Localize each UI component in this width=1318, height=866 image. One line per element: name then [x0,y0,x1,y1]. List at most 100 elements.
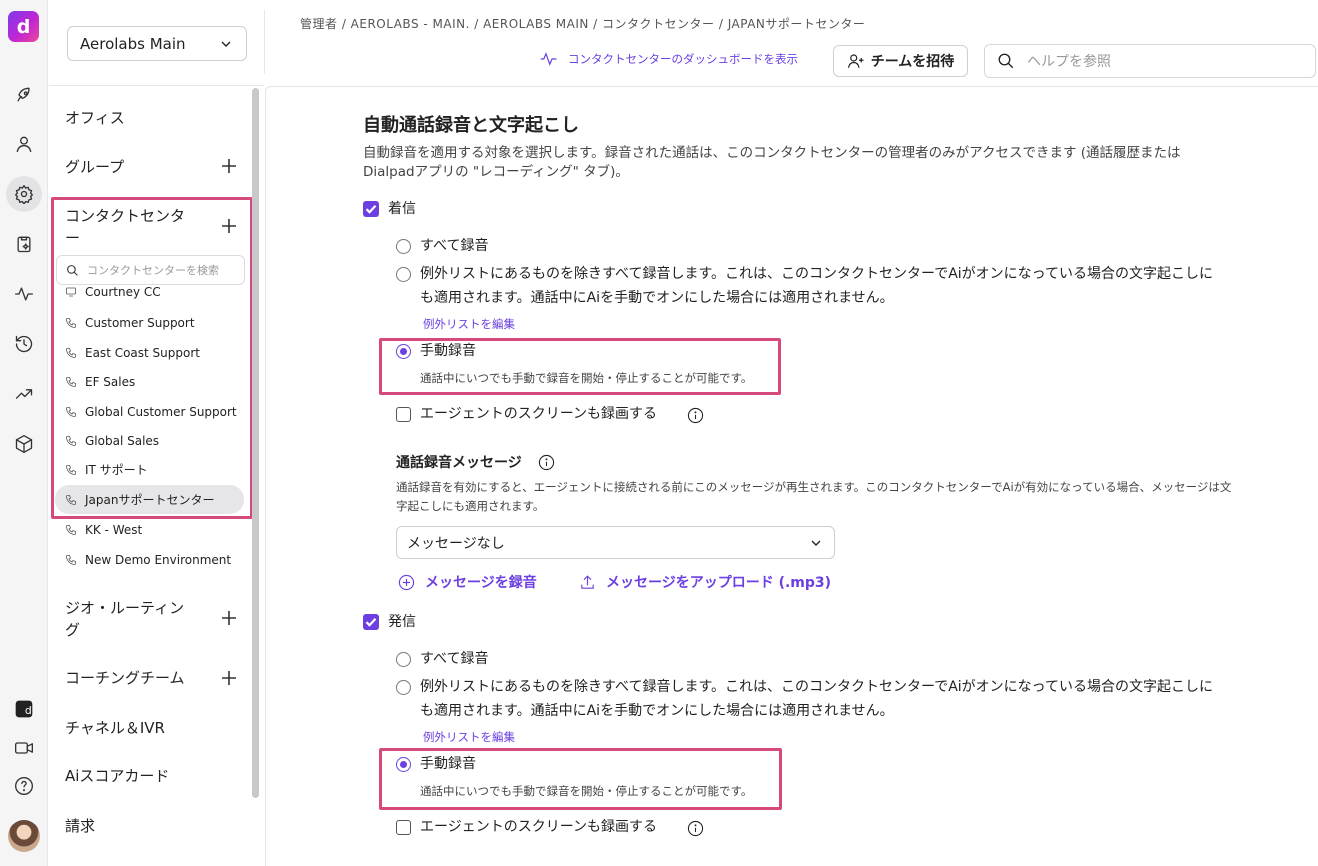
search-icon [998,53,1014,69]
list-item[interactable]: KK - West [55,515,244,544]
incoming-checkbox[interactable] [363,201,379,217]
workspace-select[interactable]: Aerolabs Main [67,26,247,61]
outgoing-manual-hint: 通話中にいつでも手動で録音を開始・停止することが可能です。 [420,784,753,798]
add-group-plus-icon[interactable] [221,158,237,174]
activity-icon [540,52,557,66]
sidebar: Aerolabs Main オフィス グループ コンタクトセンター コンタクトセ… [49,0,264,866]
outgoing-screen-record-label: エージェントのスクリーンも録画する [420,819,658,835]
rocket-icon[interactable] [9,80,39,110]
phone-icon [66,406,76,417]
incoming-record-all-label: すべて録音 [420,238,489,254]
info-icon[interactable] [687,820,704,837]
incoming-edit-exceptions-link[interactable]: 例外リストを編集 [423,316,515,332]
phone-icon [66,347,76,358]
list-item-label: New Demo Environment [85,552,232,567]
list-item[interactable]: IT サポート [55,455,244,484]
phone-icon [66,554,76,565]
phone-icon [66,376,76,387]
sidebar-scrollbar[interactable] [252,88,259,798]
history-icon[interactable] [9,329,39,359]
add-user-icon [847,54,864,68]
main-panel: 自動通話録音と文字起こし 自動録音を適用する対象を選択します。録音された通話は、… [265,86,1318,866]
list-item[interactable]: Global Customer Support [55,397,244,426]
list-item[interactable]: EF Sales [55,367,244,396]
incoming-manual-label: 手動録音 [420,343,476,359]
list-item[interactable]: Courtney CC [55,279,244,305]
incoming-screen-record-checkbox[interactable] [396,407,411,422]
sidebar-item-contact-centers[interactable]: コンタクトセンター [65,205,195,249]
list-item[interactable]: Global Sales [55,426,244,455]
help-icon[interactable] [9,771,39,801]
monitor-icon [66,287,76,297]
incoming-record-except-radio[interactable] [396,267,411,282]
person-icon[interactable] [9,129,39,159]
sidebar-item-coaching[interactable]: コーチングチーム [65,667,185,688]
help-search-input[interactable]: ヘルプを参照 [984,44,1316,78]
add-contact-center-plus-icon[interactable] [221,218,237,234]
list-item-label: Japanサポートセンター [85,493,215,507]
sidebar-item-billing[interactable]: 請求 [65,815,95,836]
trending-icon[interactable] [9,379,39,409]
page-title: 自動通話録音と文字起こし [363,115,579,136]
list-item-label: Customer Support [85,315,195,330]
incoming-manual-radio[interactable] [396,344,411,359]
header-divider [264,10,265,74]
video-icon[interactable] [9,733,39,763]
dialpad-ai-icon[interactable]: d [9,694,39,724]
cube-icon[interactable] [9,429,39,459]
add-coaching-plus-icon[interactable] [221,670,237,686]
incoming-record-except-line1: 例外リストにあるものを除きすべて録音します。これは、このコンタクトセンターでAi… [420,266,1213,282]
invite-team-label: チームを招待 [870,54,955,70]
invite-team-button[interactable]: チームを招待 [833,45,968,77]
list-item[interactable]: New Demo Environment [55,545,244,574]
info-icon[interactable] [687,407,704,424]
outgoing-manual-radio[interactable] [396,757,411,772]
svg-text:d: d [25,704,32,717]
list-item[interactable]: Customer Support [55,308,244,337]
sidebar-item-channels[interactable]: チャネル＆IVR [65,717,165,738]
incoming-record-all-radio[interactable] [396,239,411,254]
sidebar-item-ai-scorecard[interactable]: Aiスコアカード [65,765,169,786]
sidebar-item-groups[interactable]: グループ [65,156,124,177]
breadcrumb[interactable]: 管理者 / AEROLABS - MAIN. / AEROLABS MAIN /… [300,15,865,32]
gear-icon[interactable] [6,176,42,212]
sidebar-item-geo-routing[interactable]: ジオ・ルーティング [65,597,195,641]
outgoing-record-all-label: すべて録音 [420,651,489,667]
incoming-label: 着信 [388,201,416,217]
sidebar-item-office[interactable]: オフィス [65,107,125,128]
workspace-label: Aerolabs Main [80,34,186,53]
phone-icon [66,494,76,505]
search-placeholder: コンタクトセンターを検索 [87,264,219,277]
info-icon[interactable] [538,454,555,471]
outgoing-record-except-line2: も適用されます。通話中にAiを手動でオンにした場合には適用されません。 [420,703,894,719]
upload-message-label: メッセージをアップロード (.mp3) [606,575,832,591]
dialpad-logo-icon[interactable]: d [8,11,39,42]
activity-icon[interactable] [9,279,39,309]
outgoing-edit-exceptions-link[interactable]: 例外リストを編集 [423,729,515,745]
incoming-screen-record-label: エージェントのスクリーンも録画する [420,406,658,422]
plus-circle-icon [398,574,415,590]
outgoing-record-except-line1: 例外リストにあるものを除きすべて録音します。これは、このコンタクトセンターでAi… [420,679,1213,695]
message-select-value: メッセージなし [407,535,505,552]
avatar[interactable] [8,820,40,852]
phone-icon [66,317,76,328]
outgoing-manual-label: 手動録音 [420,756,476,772]
help-search-placeholder: ヘルプを参照 [1027,54,1111,70]
add-geo-routing-plus-icon[interactable] [221,610,237,626]
record-message-link[interactable]: メッセージを録音 [398,572,537,592]
list-item[interactable]: East Coast Support [55,338,244,367]
upload-message-link[interactable]: メッセージをアップロード (.mp3) [579,572,831,592]
outgoing-checkbox[interactable] [363,614,379,630]
dashboard-link[interactable]: コンタクトセンターのダッシュボードを表示 [540,51,798,67]
phone-icon [66,464,76,475]
clipboard-icon[interactable] [9,229,39,259]
outgoing-record-all-radio[interactable] [396,652,411,667]
list-item-active[interactable]: Japanサポートセンター [55,485,244,514]
list-item-label: Global Sales [85,433,160,448]
outgoing-screen-record-checkbox[interactable] [396,820,411,835]
search-icon [67,264,78,276]
dashboard-link-label: コンタクトセンターのダッシュボードを表示 [568,52,798,66]
message-select[interactable]: メッセージなし [396,526,835,559]
upload-icon [581,574,594,589]
outgoing-record-except-radio[interactable] [396,680,411,695]
